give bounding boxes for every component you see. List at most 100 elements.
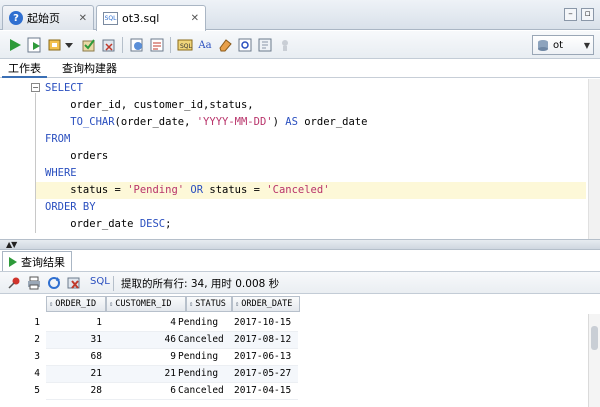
explain-plan-button[interactable] [148, 36, 166, 54]
sort-icon: ⇕ [235, 300, 240, 308]
autotrace-button[interactable] [46, 36, 64, 54]
code-token: status = [203, 184, 267, 196]
run-statement-button[interactable] [6, 36, 24, 54]
close-icon[interactable]: ✕ [191, 13, 199, 24]
cell-order-date[interactable]: 2017-08-12 [234, 334, 291, 345]
code-token: status = [45, 184, 128, 196]
cell-status[interactable]: Pending [178, 317, 218, 328]
commit-button[interactable] [80, 36, 98, 54]
sql-editor[interactable]: − SELECT order_id, customer_id,status, T… [0, 79, 600, 239]
column-header-order-date[interactable]: ⇕ ORDER_DATE [232, 296, 300, 312]
sort-icon: ⇕ [49, 300, 54, 308]
explain-plan-icon [150, 38, 164, 52]
commit-icon [82, 39, 95, 52]
run-script-button[interactable] [26, 36, 44, 54]
cell-order-date[interactable]: 2017-10-15 [234, 317, 291, 328]
cell-customer-id[interactable]: 46 [106, 334, 176, 345]
code-line: order_id, customer_id,status, [45, 97, 254, 114]
tab-label: ot3.sql [122, 12, 160, 25]
column-header-label: CUSTOMER_ID [115, 299, 172, 309]
chevron-down-icon: ▼ [583, 40, 590, 50]
tab-start-page[interactable]: ? 起始页 ✕ [2, 5, 94, 30]
sql-tuning-button[interactable] [128, 36, 146, 54]
debug-icon [282, 40, 288, 51]
cell-status[interactable]: Canceled [178, 385, 224, 396]
result-grid: ⇕ ORDER_ID ⇕ CUSTOMER_ID ⇕ STATUS ⇕ ORDE… [0, 294, 600, 407]
tab-worksheet[interactable]: 工作表 [2, 61, 47, 78]
pin-button[interactable] [6, 275, 22, 291]
code-token: order_id, customer_id,status, [45, 99, 254, 111]
cell-customer-id[interactable]: 21 [106, 368, 176, 379]
cancel-query-button[interactable] [66, 275, 82, 291]
column-header-label: STATUS [195, 299, 226, 309]
sql-button[interactable]: SQL [90, 276, 110, 287]
cell-order-id[interactable]: 68 [46, 351, 102, 362]
column-header-status[interactable]: ⇕ STATUS [186, 296, 232, 312]
code-token: order_date [45, 218, 140, 230]
cell-status[interactable]: Pending [178, 368, 218, 379]
grid-scrollbar[interactable] [588, 314, 600, 407]
cell-order-date[interactable]: 2017-06-13 [234, 351, 291, 362]
case-toggle-icon: Aa [198, 39, 212, 51]
tab-query-result[interactable]: 查询结果 [2, 251, 72, 271]
close-icon[interactable]: ✕ [79, 13, 87, 24]
toolbar-separator [122, 37, 123, 53]
connection-name: ot [553, 39, 564, 51]
dropdown-button[interactable] [64, 36, 74, 54]
help-icon: ? [9, 11, 23, 25]
code-token: FROM [45, 133, 71, 145]
scrollbar-thumb[interactable] [591, 326, 598, 350]
format-button[interactable] [236, 36, 254, 54]
pin-icon [8, 277, 20, 289]
cell-order-id[interactable]: 28 [46, 385, 102, 396]
column-header-order-id[interactable]: ⇕ ORDER_ID [46, 296, 106, 312]
tab-label: 起始页 [27, 12, 60, 25]
restore-icon[interactable]: ▫ [581, 8, 594, 21]
unshared-worksheet-button[interactable] [256, 36, 274, 54]
cell-order-id[interactable]: 31 [46, 334, 102, 345]
run-icon [10, 39, 21, 51]
cell-status[interactable]: Pending [178, 351, 218, 362]
tab-ot3-sql[interactable]: SQL ot3.sql ✕ [96, 5, 206, 31]
editor-subtabs: 工作表 查询构建器 [0, 60, 600, 78]
print-button[interactable] [26, 275, 42, 291]
code-token: order_date [297, 116, 368, 128]
format-case-button[interactable]: Aa [196, 36, 214, 54]
cell-order-id[interactable]: 1 [46, 317, 102, 328]
eraser-icon [219, 39, 232, 52]
connection-select[interactable]: ot ▼ [532, 35, 594, 55]
print-icon [28, 276, 40, 290]
results-toolbar: SQL 提取的所有行: 34, 用时 0.008 秒 [0, 271, 600, 294]
code-token: AS [285, 116, 298, 128]
refresh-button[interactable] [46, 275, 62, 291]
code-token: 'YYYY-MM-DD' [196, 116, 273, 128]
panel-splitter[interactable]: ▲▼ [0, 239, 600, 250]
cell-order-id[interactable]: 21 [46, 368, 102, 379]
sql-history-button[interactable]: SQL [176, 36, 194, 54]
debug-button[interactable] [276, 36, 294, 54]
cell-customer-id[interactable]: 9 [106, 351, 176, 362]
column-header-label: ORDER_ID [55, 299, 97, 309]
cell-customer-id[interactable]: 4 [106, 317, 176, 328]
cell-status[interactable]: Canceled [178, 334, 224, 345]
editor-scrollbar[interactable] [588, 79, 600, 239]
code-line: WHERE [45, 165, 77, 182]
cell-order-date[interactable]: 2017-04-15 [234, 385, 291, 396]
column-header-customer-id[interactable]: ⇕ CUSTOMER_ID [106, 296, 186, 312]
rollback-button[interactable] [100, 36, 118, 54]
tab-query-builder[interactable]: 查询构建器 [56, 61, 123, 78]
editor-gutter [0, 79, 30, 239]
fold-toggle-icon[interactable]: − [31, 83, 40, 92]
clear-button[interactable] [216, 36, 234, 54]
cell-customer-id[interactable]: 6 [106, 385, 176, 396]
code-line: FROM [45, 131, 70, 148]
minimize-icon[interactable]: – [564, 8, 577, 21]
code-line: ORDER BY [45, 199, 96, 216]
code-token: 'Canceled' [266, 184, 330, 196]
cell-order-date[interactable]: 2017-05-27 [234, 368, 291, 379]
fetch-status-text: 提取的所有行: 34, 用时 0.008 秒 [121, 278, 280, 290]
refresh-icon [48, 277, 60, 289]
format-icon [238, 38, 252, 52]
code-token: (order_date, [114, 116, 197, 128]
collapse-arrows-icon[interactable]: ▲▼ [6, 240, 17, 249]
